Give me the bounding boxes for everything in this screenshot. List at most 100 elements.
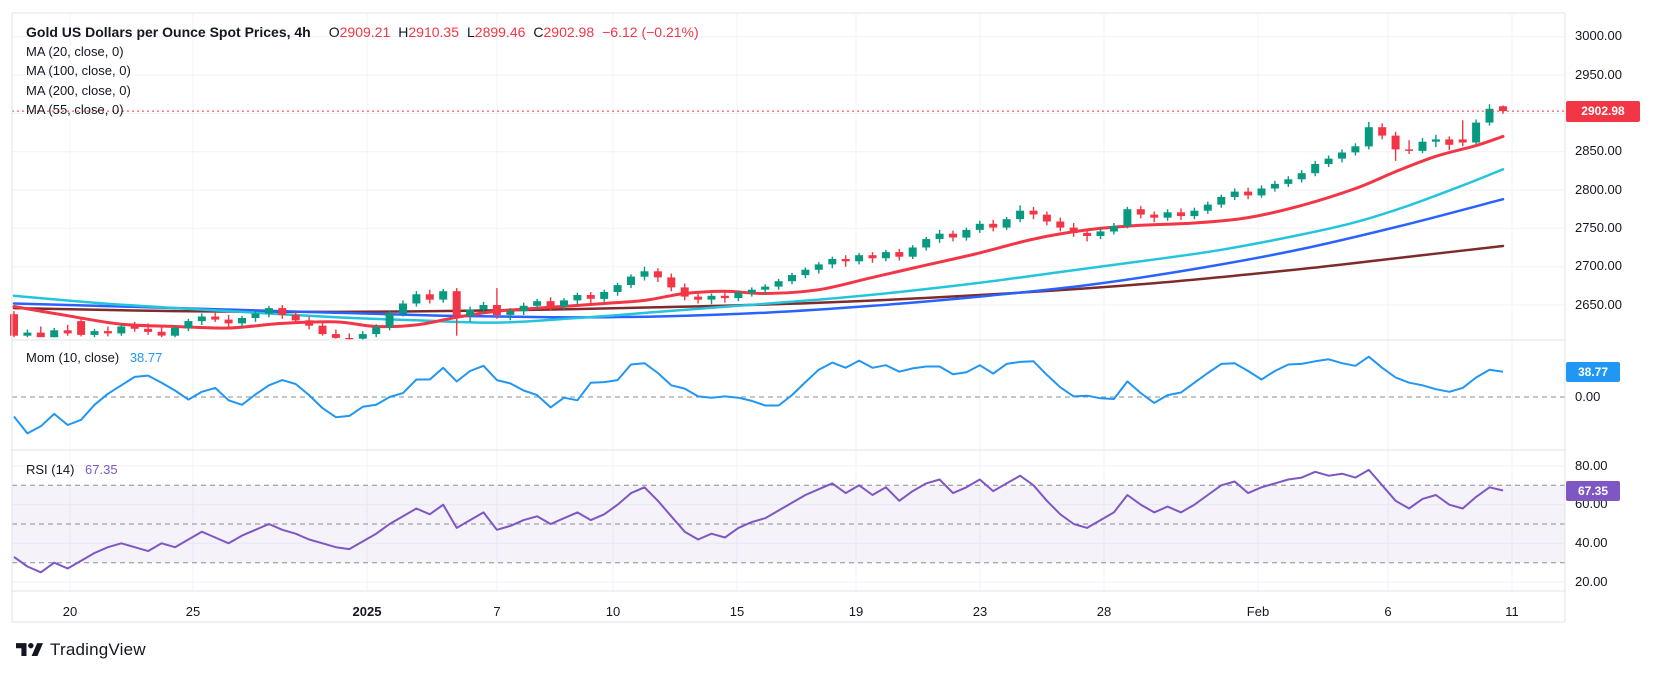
momentum-zero-label: 0.00 bbox=[1575, 389, 1600, 404]
candle bbox=[667, 277, 675, 287]
rsi-badge: 67.35 bbox=[1566, 481, 1620, 501]
ohlc-readout: O2909.21H2910.35L2899.46C2902.98−6.12 (−… bbox=[321, 24, 699, 40]
momentum-line bbox=[14, 357, 1503, 434]
candle bbox=[1338, 153, 1346, 159]
candle bbox=[1016, 211, 1024, 219]
rsi-tick-label: 80.00 bbox=[1575, 458, 1608, 473]
time-tick-label: 20 bbox=[63, 604, 77, 619]
momentum-legend[interactable]: Mom (10, close) 38.77 bbox=[26, 350, 162, 365]
price-tick-label: 3000.00 bbox=[1575, 28, 1622, 43]
candle bbox=[855, 255, 863, 261]
time-tick-label: 11 bbox=[1505, 604, 1519, 619]
candle bbox=[359, 334, 367, 339]
candle bbox=[1432, 139, 1440, 141]
price-axis[interactable]: 3000.002950.002850.002800.002750.002700.… bbox=[1566, 0, 1654, 622]
candle bbox=[278, 308, 286, 315]
price-tick-label: 2750.00 bbox=[1575, 220, 1622, 235]
last-price-badge: 2902.98 bbox=[1566, 101, 1640, 122]
candle bbox=[1070, 228, 1078, 233]
candle bbox=[77, 321, 85, 335]
high-label: H bbox=[398, 24, 408, 40]
low-label: L bbox=[467, 24, 475, 40]
candle bbox=[989, 224, 997, 228]
momentum-label: Mom (10, close) bbox=[26, 350, 119, 365]
ma20-line bbox=[14, 136, 1503, 328]
candle bbox=[1445, 139, 1453, 144]
candle bbox=[1043, 215, 1051, 222]
candle bbox=[265, 308, 273, 313]
candle bbox=[211, 317, 219, 320]
time-tick-label: 23 bbox=[973, 604, 987, 619]
candle bbox=[305, 320, 313, 325]
candle bbox=[238, 318, 246, 323]
candle bbox=[184, 321, 192, 328]
tradingview-logo-text: TradingView bbox=[50, 640, 146, 660]
candle bbox=[466, 310, 474, 316]
candle bbox=[600, 292, 608, 299]
time-tick-label: 7 bbox=[493, 604, 500, 619]
ma100-legend[interactable]: MA (100, close, 0) bbox=[26, 63, 131, 78]
candle bbox=[252, 313, 260, 318]
time-tick-label: 15 bbox=[730, 604, 744, 619]
ma200-legend[interactable]: MA (200, close, 0) bbox=[26, 83, 131, 98]
candle bbox=[1110, 226, 1118, 231]
time-tick-label: 25 bbox=[186, 604, 200, 619]
symbol-legend[interactable]: Gold US Dollars per Ounce Spot Prices, 4… bbox=[26, 24, 699, 40]
price-tick-label: 2850.00 bbox=[1575, 143, 1622, 158]
candle bbox=[1204, 205, 1212, 211]
candle bbox=[1419, 142, 1427, 151]
ma100-line bbox=[14, 199, 1503, 317]
time-tick-label: 2025 bbox=[353, 604, 382, 619]
ma55-legend[interactable]: MA (55, close, 0) bbox=[26, 102, 124, 117]
candle bbox=[1150, 215, 1158, 218]
candle bbox=[1244, 192, 1252, 196]
candle bbox=[144, 329, 152, 332]
candle bbox=[1083, 233, 1091, 236]
candle bbox=[1003, 219, 1011, 227]
candle bbox=[1097, 231, 1105, 236]
ma200-line bbox=[14, 246, 1503, 312]
time-tick-label: 10 bbox=[606, 604, 620, 619]
candle bbox=[91, 331, 99, 335]
candle bbox=[775, 281, 783, 286]
candle bbox=[721, 296, 729, 298]
candle bbox=[627, 277, 635, 285]
candle bbox=[1164, 212, 1172, 217]
time-axis[interactable]: 2025202571015192328Feb611 bbox=[0, 604, 1654, 624]
rsi-label: RSI (14) bbox=[26, 462, 74, 477]
open-value: 2909.21 bbox=[340, 24, 391, 40]
candle bbox=[976, 224, 984, 230]
candle bbox=[1190, 211, 1198, 216]
price-chart-canvas[interactable] bbox=[0, 0, 1654, 674]
candle bbox=[1472, 123, 1480, 143]
tradingview-logo[interactable]: TradingView bbox=[16, 640, 146, 660]
candle bbox=[198, 317, 206, 322]
time-tick-label: 28 bbox=[1097, 604, 1111, 619]
candle bbox=[345, 338, 353, 339]
ma20-legend[interactable]: MA (20, close, 0) bbox=[26, 44, 124, 59]
candle bbox=[506, 311, 514, 315]
candle bbox=[453, 291, 461, 316]
momentum-value: 38.77 bbox=[130, 350, 163, 365]
candle bbox=[949, 234, 957, 238]
candle bbox=[1258, 189, 1266, 196]
candle bbox=[547, 301, 555, 306]
candle bbox=[23, 333, 31, 336]
candle bbox=[171, 328, 179, 336]
candle bbox=[1030, 211, 1038, 215]
candle bbox=[1231, 192, 1239, 197]
candle bbox=[1499, 106, 1507, 111]
price-tick-label: 2700.00 bbox=[1575, 258, 1622, 273]
ma55-label: MA (55, close, 0) bbox=[26, 102, 124, 117]
time-tick-label: Feb bbox=[1247, 604, 1269, 619]
candle bbox=[1123, 209, 1131, 226]
candle bbox=[1351, 146, 1359, 152]
tradingview-logo-icon bbox=[16, 640, 43, 660]
price-tick-label: 2800.00 bbox=[1575, 182, 1622, 197]
candle bbox=[480, 305, 488, 310]
candle bbox=[319, 326, 327, 334]
candle bbox=[372, 327, 380, 334]
rsi-legend[interactable]: RSI (14) 67.35 bbox=[26, 462, 118, 477]
ma55-line bbox=[14, 169, 1503, 322]
candle bbox=[708, 296, 716, 300]
